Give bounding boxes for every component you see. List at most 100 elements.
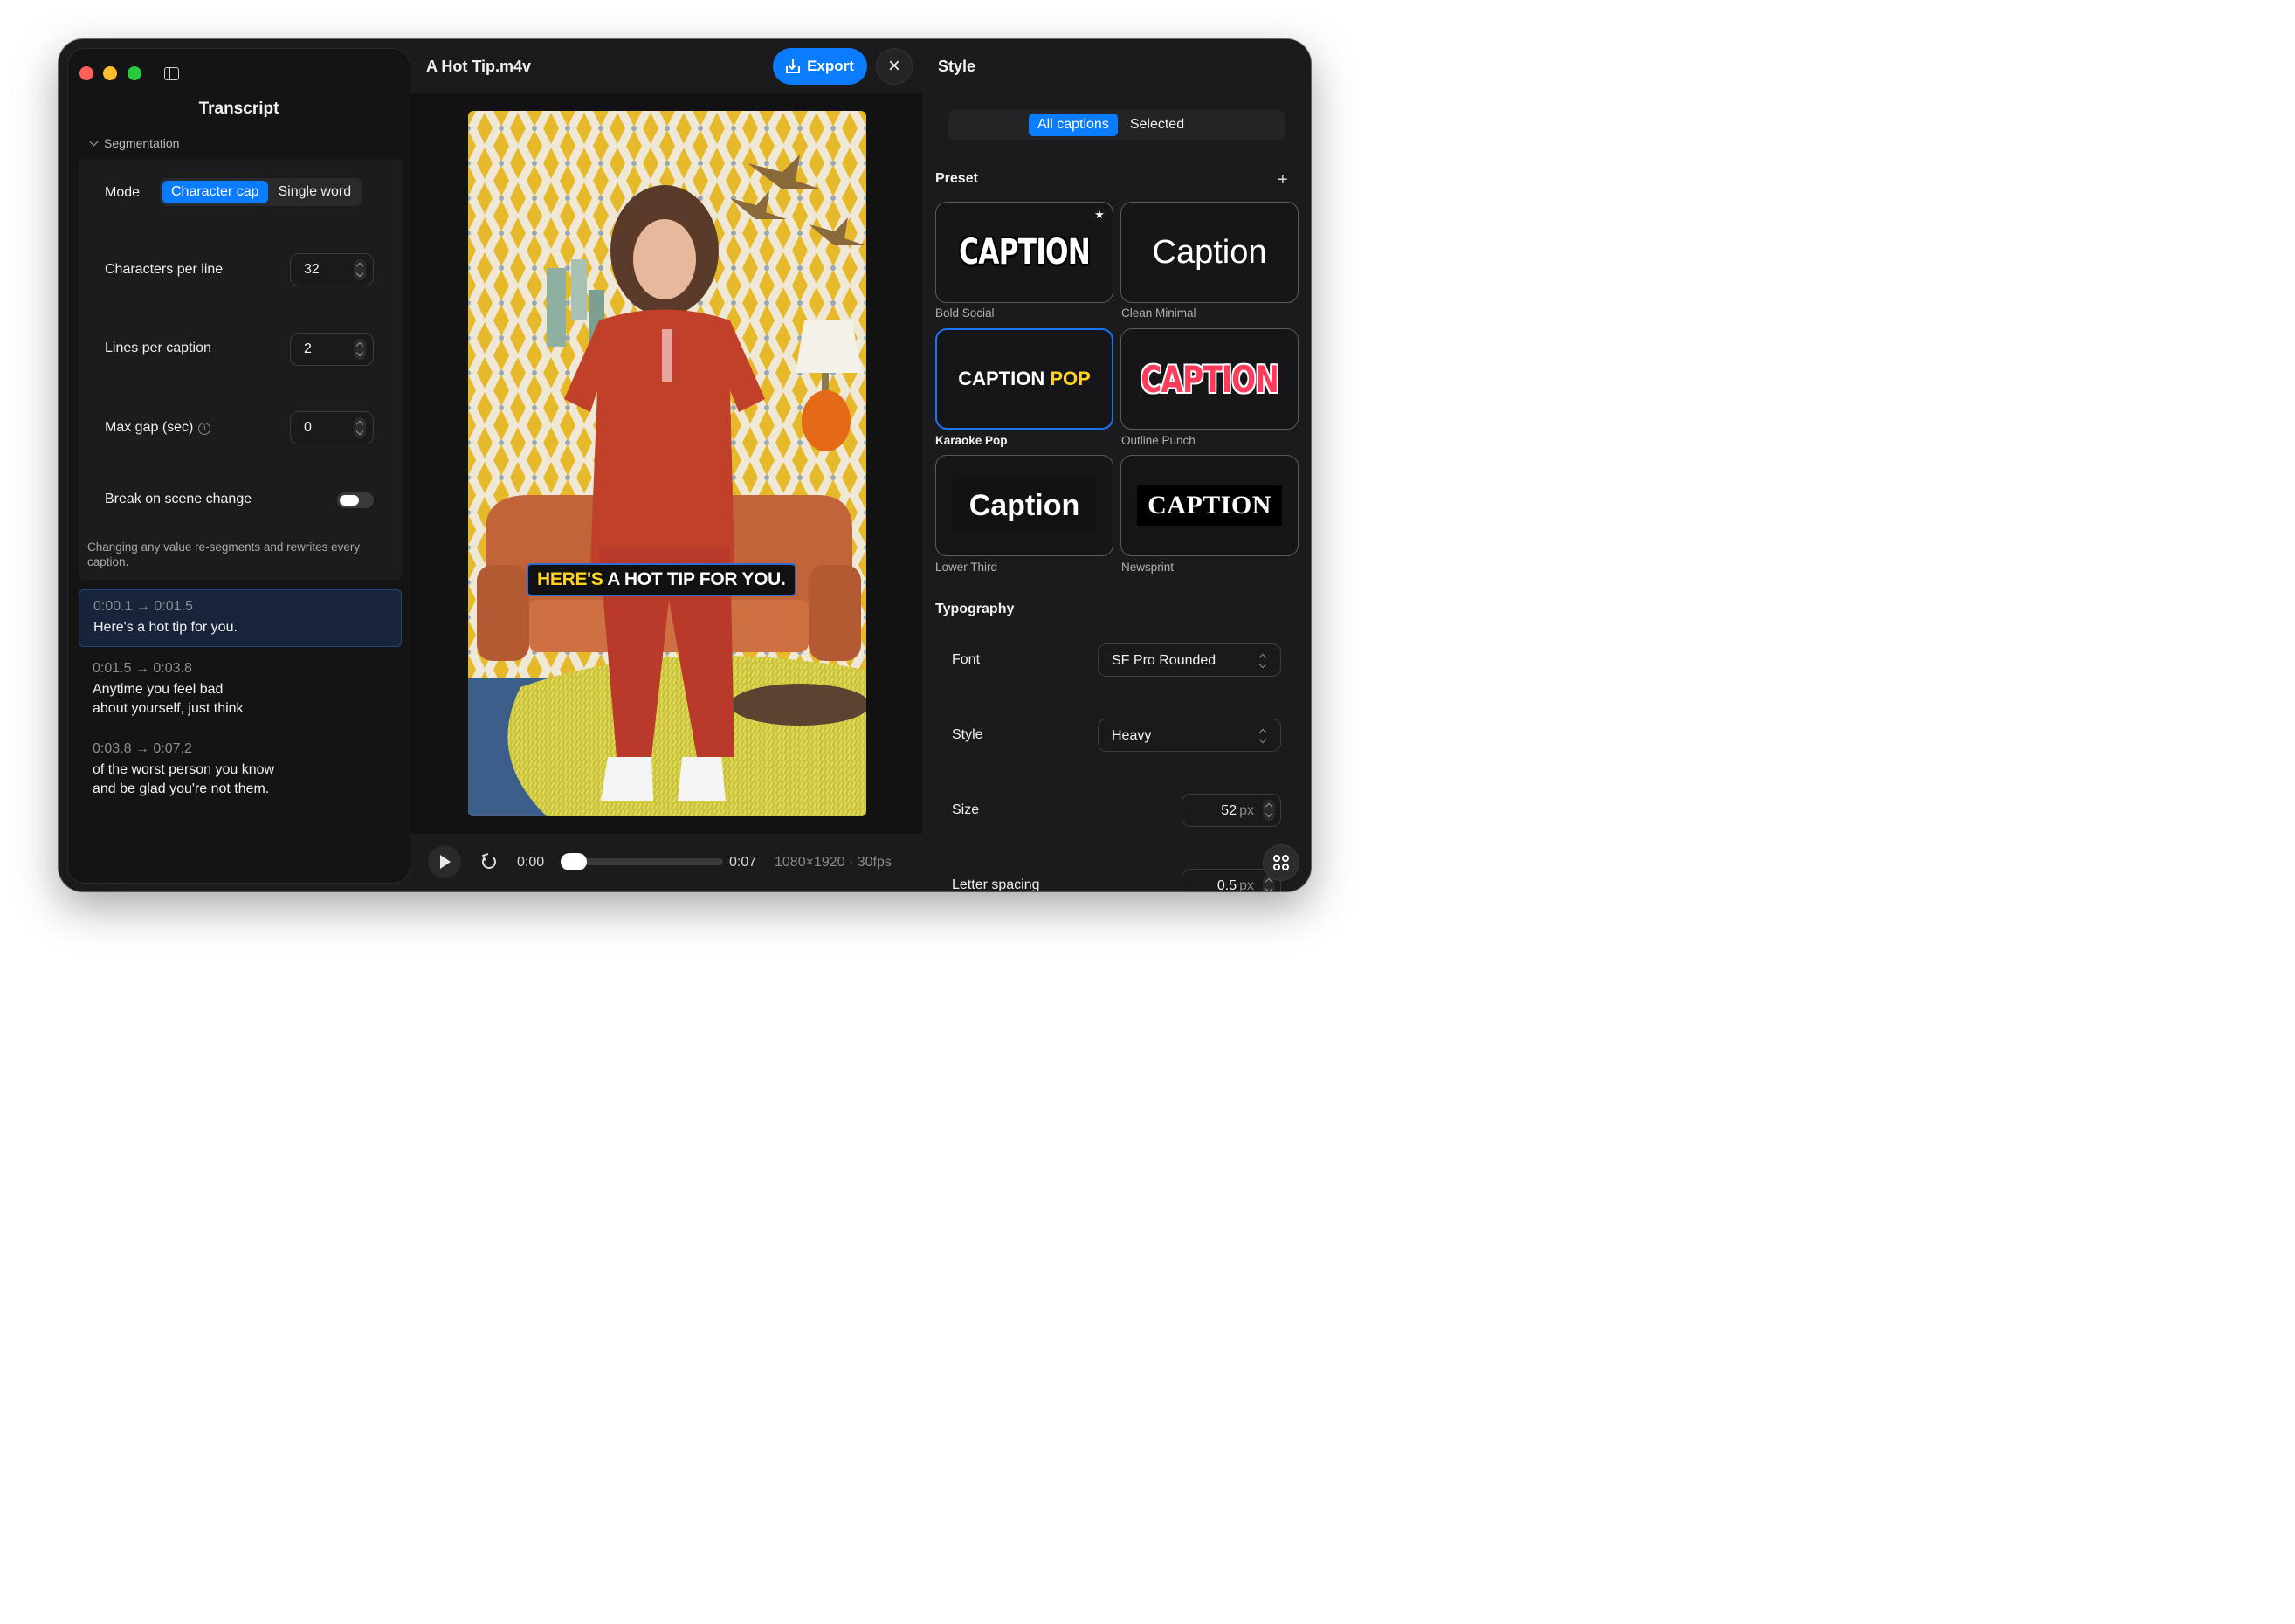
characters-per-line-label: Characters per line <box>105 262 224 277</box>
preset-sample: CAPTION <box>959 232 1091 272</box>
scrubber-knob[interactable] <box>561 853 587 870</box>
add-preset-icon[interactable]: + <box>1278 170 1288 190</box>
video-frame[interactable]: HERE'S A HOT TIP FOR YOU. <box>468 111 866 816</box>
preset-name: Newsprint <box>1121 561 1175 574</box>
caption-overlay-text: A HOT TIP FOR YOU. <box>603 569 786 589</box>
caption-text: Here's a hot tip for you. <box>93 620 238 635</box>
caption-item[interactable]: 0:01.5 → 0:03.8 Anytime you feel bad abo… <box>79 652 402 727</box>
app-window: Transcript Segmentation Mode Character c… <box>59 39 1311 891</box>
caption-item[interactable]: 0:00.1 → 0:01.5 Here's a hot tip for you… <box>79 589 402 647</box>
preset-name: Lower Third <box>935 561 998 574</box>
scope-selected[interactable]: Selected <box>1121 114 1193 136</box>
preset-newsprint[interactable]: CAPTION <box>1120 455 1299 556</box>
style-label: Style <box>952 727 983 742</box>
sidebar-title: Transcript <box>198 100 279 118</box>
characters-per-line-stepper[interactable]: 32 <box>290 253 374 286</box>
size-field[interactable]: 52 px <box>1182 794 1281 827</box>
caption-time: 0:00.1 → 0:01.5 <box>93 599 193 614</box>
video-frame-image <box>468 111 866 816</box>
preview-area: HERE'S A HOT TIP FOR YOU. <box>410 93 922 834</box>
caption-overlay-highlight: HERE'S <box>537 569 603 589</box>
preset-sample: Caption <box>951 478 1098 533</box>
lines-per-caption-value: 2 <box>304 341 312 356</box>
replay-icon[interactable] <box>482 855 496 869</box>
mode-label: Mode <box>105 185 141 200</box>
stepper-arrows-icon[interactable] <box>354 259 366 280</box>
size-unit: px <box>1239 803 1254 818</box>
stepper-arrows-icon[interactable] <box>354 339 366 360</box>
font-label: Font <box>952 652 981 667</box>
preset-lower-third[interactable]: Caption <box>935 455 1113 556</box>
mode-character-cap[interactable]: Character cap <box>162 181 268 203</box>
typography-label: Typography <box>935 602 1015 616</box>
segmentation-disclosure[interactable]: Segmentation <box>89 136 180 150</box>
caption-item[interactable]: 0:03.8 → 0:07.2 of the worst person you … <box>79 733 402 808</box>
caption-text: of the worst person you know and be glad… <box>93 762 275 796</box>
command-key-button[interactable] <box>1263 844 1299 881</box>
preset-name: Outline Punch <box>1121 434 1196 447</box>
font-value: SF Pro Rounded <box>1112 653 1216 668</box>
segmentation-note: Changing any value re-segments and rewri… <box>87 540 361 568</box>
preset-name: Clean Minimal <box>1121 306 1196 320</box>
play-button[interactable] <box>428 845 461 878</box>
sidebar-toggle-icon[interactable] <box>164 67 179 80</box>
close-window-button[interactable] <box>79 66 93 80</box>
preset-clean-minimal[interactable]: Caption <box>1120 202 1299 303</box>
break-on-scene-change-toggle[interactable] <box>337 492 374 508</box>
preview-column: A Hot Tip.m4v Export × HERE'S A HOT TIP … <box>410 39 922 891</box>
max-gap-value: 0 <box>304 420 312 435</box>
letter-spacing-unit: px <box>1239 878 1254 891</box>
max-gap-label: Max gap (sec) <box>105 420 194 435</box>
break-on-scene-change-label: Break on scene change <box>105 492 252 506</box>
file-title: A Hot Tip.m4v <box>426 58 532 75</box>
mode-single-word[interactable]: Single word <box>270 181 361 203</box>
segmentation-label: Segmentation <box>104 136 180 150</box>
lines-per-caption-stepper[interactable]: 2 <box>290 333 374 366</box>
preset-name: Karaoke Pop <box>935 434 1008 447</box>
preset-sample: CAPTION POP <box>958 368 1091 389</box>
style-select[interactable]: Heavy <box>1098 719 1281 752</box>
info-icon[interactable]: i <box>198 423 211 435</box>
video-meta: 1080×1920 · 30fps <box>775 855 892 870</box>
player-controls: 0:00 0:07 1080×1920 · 30fps <box>410 834 922 891</box>
letter-spacing-value: 0.5 <box>1216 878 1237 891</box>
preset-sample: CAPTION <box>1141 357 1279 401</box>
duration: 0:07 <box>729 855 757 870</box>
preset-name: Bold Social <box>935 306 995 320</box>
max-gap-stepper[interactable]: 0 <box>290 411 374 444</box>
export-button[interactable]: Export <box>773 48 867 85</box>
select-arrows-icon <box>1259 729 1266 743</box>
preset-sample: Caption <box>1152 233 1267 271</box>
size-label: Size <box>952 802 980 817</box>
letter-spacing-label: Letter spacing <box>952 877 1040 891</box>
preset-sample: CAPTION <box>1137 485 1282 526</box>
preset-outline-punch[interactable]: CAPTION <box>1120 328 1299 430</box>
select-arrows-icon <box>1259 654 1266 668</box>
style-panel-title: Style <box>938 58 976 75</box>
scrubber[interactable] <box>561 853 723 870</box>
stepper-arrows-icon[interactable] <box>1263 800 1275 821</box>
segmentation-panel: Mode Character cap Single word Character… <box>79 159 402 580</box>
current-time: 0:00 <box>517 855 545 870</box>
minimize-window-button[interactable] <box>103 66 117 80</box>
stepper-arrows-icon[interactable] <box>354 417 366 438</box>
preset-karaoke-pop[interactable]: CAPTION POP <box>935 328 1113 430</box>
scope-all-captions[interactable]: All captions <box>1029 114 1118 136</box>
command-icon <box>1273 855 1289 870</box>
preset-bold-social[interactable]: CAPTION ★ <box>935 202 1113 303</box>
chevron-down-icon <box>89 137 99 146</box>
caption-list: 0:00.1 → 0:01.5 Here's a hot tip for you… <box>79 589 402 813</box>
caption-time: 0:03.8 → 0:07.2 <box>93 741 192 756</box>
star-icon[interactable]: ★ <box>1092 207 1107 223</box>
close-icon[interactable]: × <box>876 48 913 85</box>
zoom-window-button[interactable] <box>128 66 141 80</box>
size-value: 52 <box>1221 803 1237 818</box>
caption-overlay[interactable]: HERE'S A HOT TIP FOR YOU. <box>527 563 796 596</box>
play-icon <box>440 855 451 869</box>
style-panel: Style All captions Selected Preset + CAP… <box>923 39 1311 891</box>
preset-label: Preset <box>935 171 978 186</box>
max-gap-row: Max gap (sec) i <box>105 420 211 436</box>
mode-segmented-control: Character cap Single word <box>160 178 363 206</box>
font-select[interactable]: SF Pro Rounded <box>1098 643 1281 677</box>
caption-time: 0:01.5 → 0:03.8 <box>93 661 192 676</box>
